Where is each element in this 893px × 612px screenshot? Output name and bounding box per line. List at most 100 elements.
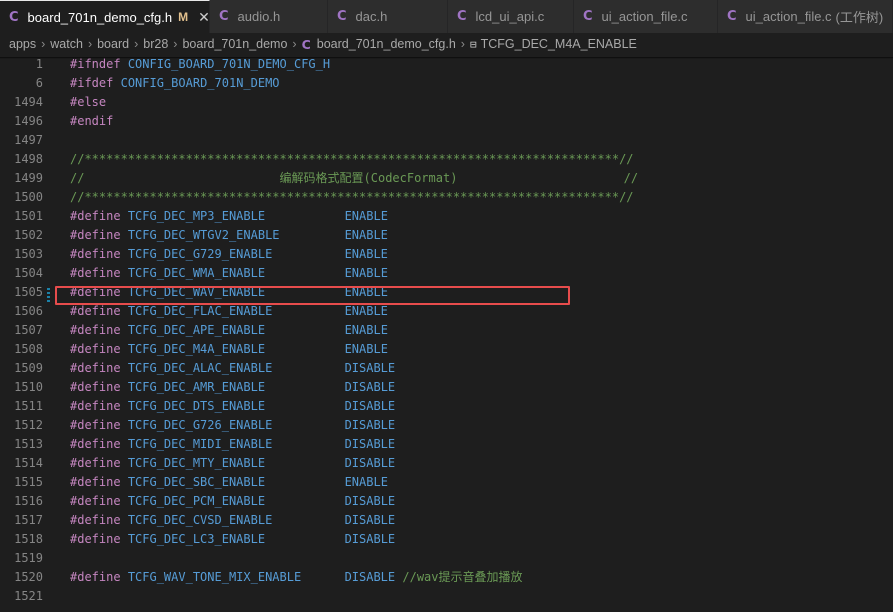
code-line[interactable]: 1510 #define TCFG_DEC_AMR_ENABLE DISABLE <box>0 378 893 397</box>
preprocessor-keyword: #define <box>70 342 121 356</box>
line-code: #define TCFG_DEC_LC3_ENABLE DISABLE <box>70 530 395 549</box>
code-line[interactable]: 1502 #define TCFG_DEC_WTGV2_ENABLE ENABLE <box>0 226 893 245</box>
macro-name: TCFG_DEC_G729_ENABLE <box>127 247 273 261</box>
code-editor[interactable]: 1 #ifndef CONFIG_BOARD_701N_DEMO_CFG_H 6 #i… <box>0 55 893 612</box>
code-line[interactable]: 1521 <box>0 587 893 606</box>
chevron-right-icon: › <box>460 37 465 51</box>
line-number: 1514 <box>14 456 43 470</box>
tab-label: audio.h <box>237 9 281 24</box>
line-code: // 编解码格式配置(CodecFormat) // <box>70 169 638 188</box>
macro-value: DISABLE <box>344 513 396 527</box>
line-number: 1503 <box>14 247 43 261</box>
macro-value: ENABLE <box>344 209 388 223</box>
tab-ui-action-file-c[interactable]: Cui_action_file.c (工作树) <box>718 0 893 33</box>
tab-ui-action-file-c[interactable]: Cui_action_file.c <box>574 0 718 33</box>
line-number: 1500 <box>14 190 43 204</box>
code-line[interactable]: 1516 #define TCFG_DEC_PCM_ENABLE DISABLE <box>0 492 893 511</box>
close-icon[interactable]: ✕ <box>198 9 209 26</box>
line-code: #define TCFG_DEC_MIDI_ENABLE DISABLE <box>70 435 395 454</box>
line-code: #define TCFG_DEC_WTGV2_ENABLE ENABLE <box>70 226 388 245</box>
code-line[interactable]: 1519 <box>0 549 893 568</box>
breadcrumb-item[interactable]: board <box>97 37 129 51</box>
code-line[interactable]: 1507 #define TCFG_DEC_APE_ENABLE ENABLE <box>0 321 893 340</box>
line-number: 1517 <box>14 513 43 527</box>
line-code: #define TCFG_DEC_MP3_ENABLE ENABLE <box>70 207 388 226</box>
line-number: 1518 <box>14 532 43 546</box>
c-file-icon: C <box>727 9 737 24</box>
breadcrumb: apps › watch › board › br28 › board_701n_demo › Cb… <box>0 33 893 55</box>
breadcrumb-item[interactable]: board_701n_demo <box>182 37 287 51</box>
preprocessor-keyword: #endif <box>70 114 114 128</box>
breadcrumb-item[interactable]: br28 <box>143 37 168 51</box>
chevron-right-icon: › <box>173 37 178 51</box>
macro-name: TCFG_WAV_TONE_MIX_ENABLE <box>127 570 302 584</box>
code-line[interactable]: 1517 #define TCFG_DEC_CVSD_ENABLE DISABLE <box>0 511 893 530</box>
code-line[interactable]: 6 #ifdef CONFIG_BOARD_701N_DEMO <box>0 74 893 93</box>
code-line[interactable]: 1511 #define TCFG_DEC_DTS_ENABLE DISABLE <box>0 397 893 416</box>
line-number: 1509 <box>14 361 43 375</box>
line-code: #define TCFG_DEC_PCM_ENABLE DISABLE <box>70 492 395 511</box>
breadcrumb-symbol[interactable]: TCFG_DEC_M4A_ENABLE <box>481 37 637 51</box>
preprocessor-keyword: #define <box>70 418 121 432</box>
code-line[interactable]: 1503 #define TCFG_DEC_G729_ENABLE ENABLE <box>0 245 893 264</box>
code-line[interactable]: 1494 #else <box>0 93 893 112</box>
code-line[interactable]: 1504 #define TCFG_DEC_WMA_ENABLE ENABLE <box>0 264 893 283</box>
symbol-constant-icon: ⊟ <box>469 37 477 51</box>
code-line[interactable]: 1499 // 编解码格式配置(CodecFormat) // <box>0 169 893 188</box>
code-line[interactable]: 1508 #define TCFG_DEC_M4A_ENABLE ENABLE <box>0 340 893 359</box>
code-line[interactable]: 1509 #define TCFG_DEC_ALAC_ENABLE DISABLE <box>0 359 893 378</box>
macro-name: TCFG_DEC_ALAC_ENABLE <box>127 361 273 375</box>
macro-name: TCFG_DEC_FLAC_ENABLE <box>127 304 273 318</box>
macro-name: TCFG_DEC_M4A_ENABLE <box>127 342 266 356</box>
code-line[interactable]: 1520 #define TCFG_WAV_TONE_MIX_ENABLE DIS… <box>0 568 893 587</box>
code-line[interactable]: 1513 #define TCFG_DEC_MIDI_ENABLE DISABLE <box>0 435 893 454</box>
macro-value: DISABLE <box>344 380 396 394</box>
preprocessor-keyword: #define <box>70 399 121 413</box>
macro-value: ENABLE <box>344 342 388 356</box>
c-file-icon: C <box>457 9 467 24</box>
line-number: 1515 <box>14 475 43 489</box>
preprocessor-keyword: #ifndef <box>70 57 121 71</box>
code-line[interactable]: 1515 #define TCFG_DEC_SBC_ENABLE ENABLE <box>0 473 893 492</box>
code-line[interactable]: 1497 <box>0 131 893 150</box>
c-file-icon: C <box>583 9 593 24</box>
code-line[interactable]: 1512 #define TCFG_DEC_G726_ENABLE DISABLE <box>0 416 893 435</box>
code-line[interactable]: 1496 #endif <box>0 112 893 131</box>
line-number: 1501 <box>14 209 43 223</box>
tab-board-701n-demo-cfg-h[interactable]: Cboard_701n_demo_cfg.h M ✕ <box>0 0 210 33</box>
macro-name: TCFG_DEC_AMR_ENABLE <box>127 380 266 394</box>
macro-name: TCFG_DEC_WTGV2_ENABLE <box>127 228 280 242</box>
code-comment: //**************************************… <box>70 190 634 204</box>
line-code: #define TCFG_DEC_M4A_ENABLE ENABLE <box>70 340 388 359</box>
preprocessor-keyword: #ifdef <box>70 76 114 90</box>
tab-dac-h[interactable]: Cdac.h <box>328 0 448 33</box>
preprocessor-keyword: #define <box>70 380 121 394</box>
code-line[interactable]: 1518 #define TCFG_DEC_LC3_ENABLE DISABLE <box>0 530 893 549</box>
code-line[interactable]: 1501 #define TCFG_DEC_MP3_ENABLE ENABLE <box>0 207 893 226</box>
line-number: 1499 <box>14 171 43 185</box>
macro-name: CONFIG_BOARD_701N_DEMO <box>120 76 280 90</box>
line-number: 1519 <box>14 551 43 565</box>
chevron-right-icon: › <box>41 37 46 51</box>
code-line[interactable]: 1514 #define TCFG_DEC_MTY_ENABLE DISABLE <box>0 454 893 473</box>
breadcrumb-item[interactable]: watch <box>50 37 83 51</box>
tab-audio-h[interactable]: Caudio.h <box>210 0 328 33</box>
line-number: 1496 <box>14 114 43 128</box>
breadcrumb-file[interactable]: board_701n_demo_cfg.h <box>317 37 456 51</box>
tab-label: lcd_ui_api.c <box>475 9 545 24</box>
line-code: #define TCFG_DEC_MTY_ENABLE DISABLE <box>70 454 395 473</box>
tab-lcd-ui-api-c[interactable]: Clcd_ui_api.c <box>448 0 574 33</box>
line-number: 1507 <box>14 323 43 337</box>
macro-value: ENABLE <box>344 228 388 242</box>
code-line[interactable]: 1500 //**********************************… <box>0 188 893 207</box>
line-code: #define TCFG_DEC_G729_ENABLE ENABLE <box>70 245 388 264</box>
code-line[interactable]: 1498 //**********************************… <box>0 150 893 169</box>
macro-value: ENABLE <box>344 475 388 489</box>
line-number: 1502 <box>14 228 43 242</box>
code-comment: // 编解码格式配置(CodecFormat) // <box>70 171 639 185</box>
breadcrumb-item[interactable]: apps <box>9 37 36 51</box>
line-number: 1511 <box>14 399 43 413</box>
macro-name: TCFG_DEC_G726_ENABLE <box>127 418 273 432</box>
line-code: #define TCFG_DEC_CVSD_ENABLE DISABLE <box>70 511 395 530</box>
sticky-scroll-shadow <box>0 57 893 59</box>
